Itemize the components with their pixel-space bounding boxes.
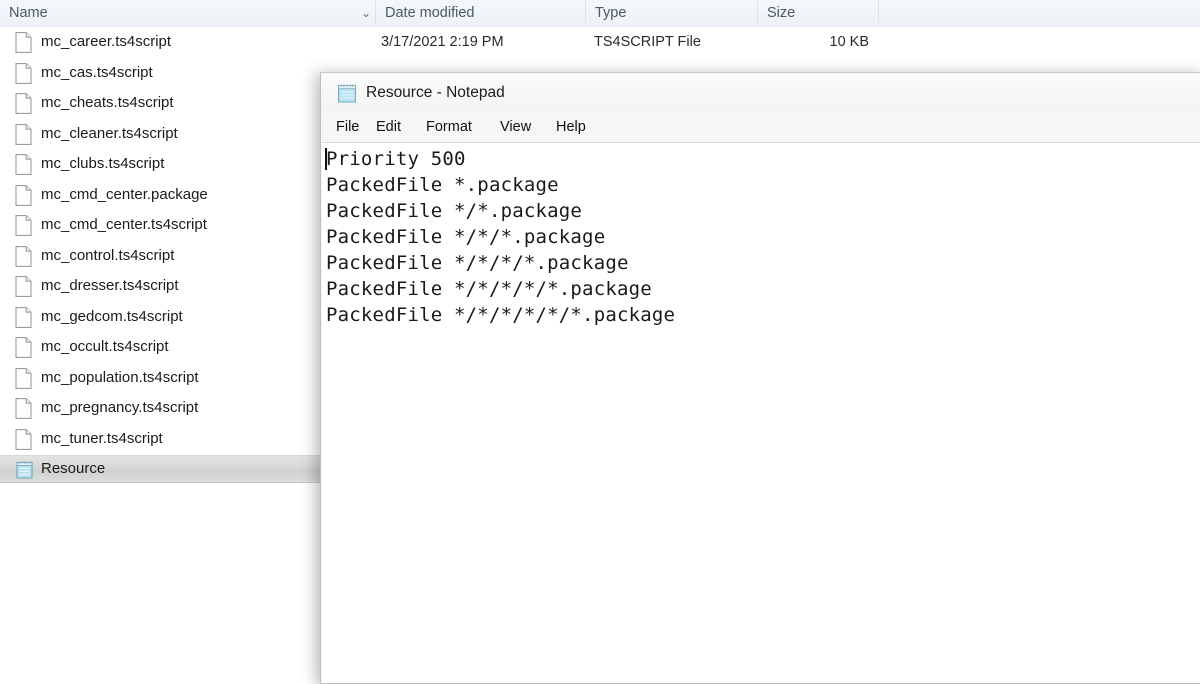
file-name-cell: mc_tuner.ts4script: [41, 429, 163, 447]
file-name-cell: mc_population.ts4script: [41, 368, 199, 386]
column-header-type[interactable]: Type: [585, 0, 757, 26]
file-name-cell: mc_control.ts4script: [41, 246, 175, 264]
file-name-cell: mc_career.ts4script: [41, 33, 172, 50]
file-name-cell: mc_occult.ts4script: [41, 338, 169, 355]
menu-item-file[interactable]: File: [329, 113, 366, 142]
notepad-document-text[interactable]: Priority 500 PackedFile *.package Packed…: [326, 146, 675, 328]
menu-item-view[interactable]: View: [493, 113, 538, 142]
file-icon: [15, 337, 32, 358]
file-icon: [15, 123, 32, 145]
notepad-title-bar[interactable]: Resource - Notepad: [321, 73, 1200, 113]
file-icon: [15, 398, 32, 419]
file-icon: [15, 154, 32, 175]
file-icon: [15, 215, 32, 236]
file-icon: [15, 32, 32, 53]
column-header-size[interactable]: Size: [757, 0, 878, 26]
column-header-name[interactable]: Name: [0, 0, 375, 26]
column-header-date-modified[interactable]: Date modified: [375, 0, 585, 26]
file-icon: [15, 245, 32, 267]
file-name-cell: mc_gedcom.ts4script: [41, 307, 183, 325]
chevron-down-icon[interactable]: ⌄: [357, 0, 375, 26]
file-name-cell: mc_clubs.ts4script: [41, 155, 165, 172]
menu-item-format[interactable]: Format: [419, 113, 479, 142]
file-name-cell: mc_pregnancy.ts4script: [41, 399, 199, 416]
file-name-cell: Resource: [41, 460, 106, 477]
file-icon: [15, 276, 32, 297]
menu-item-help[interactable]: Help: [549, 113, 593, 142]
notepad-menu-bar: File Edit Format View Help: [321, 113, 1200, 142]
file-icon: [15, 306, 32, 328]
notepad-title: Resource - Notepad: [366, 84, 505, 101]
file-icon: [15, 62, 32, 84]
file-icon: [15, 93, 32, 114]
file-icon: [15, 367, 32, 389]
notepad-icon: [15, 459, 33, 480]
notepad-icon: [336, 82, 358, 104]
file-icon: [15, 428, 32, 450]
file-name-cell: mc_cmd_center.ts4script: [41, 216, 207, 233]
column-header-spacer: [878, 0, 938, 26]
file-date-cell: 3/17/2021 2:19 PM: [381, 34, 504, 50]
file-name-cell: mc_cmd_center.package: [41, 185, 208, 203]
file-name-cell: mc_cleaner.ts4script: [41, 124, 178, 142]
file-icon: [15, 184, 32, 206]
file-name-cell: mc_cas.ts4script: [41, 63, 153, 81]
column-header-row: Name ⌄ Date modified Type Size: [0, 0, 1200, 27]
file-type-cell: TS4SCRIPT File: [594, 34, 701, 50]
file-size-cell: 10 KB: [829, 34, 870, 50]
file-name-cell: mc_dresser.ts4script: [41, 277, 179, 294]
file-row[interactable]: mc_career.ts4script 3/17/2021 2:19 PM TS4S…: [0, 27, 1200, 58]
file-name-cell: mc_cheats.ts4script: [41, 94, 174, 111]
notepad-text-area[interactable]: Priority 500 PackedFile *.package Packed…: [322, 142, 1200, 683]
menu-item-edit[interactable]: Edit: [369, 113, 408, 142]
notepad-window[interactable]: Resource - Notepad File Edit Format View Hel…: [320, 72, 1200, 684]
